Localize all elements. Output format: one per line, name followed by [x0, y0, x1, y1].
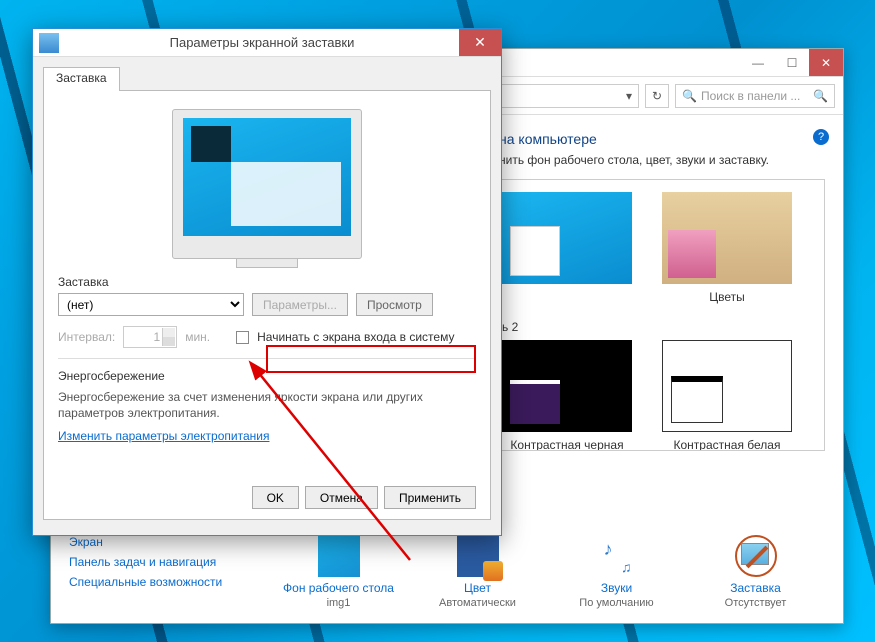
link-accessibility[interactable]: Специальные возможности: [69, 575, 269, 589]
setting-value: img1: [274, 597, 404, 609]
color-icon: [457, 535, 499, 577]
logon-checkbox[interactable]: [236, 331, 249, 344]
setting-background[interactable]: Фон рабочего стола img1: [274, 535, 404, 609]
theme-thumb: [662, 192, 792, 284]
setting-value: Автоматически: [413, 597, 543, 609]
setting-value: Отсутствует: [691, 597, 821, 609]
cancel-button[interactable]: Отмена: [305, 486, 378, 509]
interval-label: Интервал:: [58, 330, 115, 344]
setting-sounds[interactable]: Звуки По умолчанию: [552, 535, 682, 609]
search-placeholder: Поиск в панели ...: [701, 89, 800, 103]
search-icon: 🔍: [682, 89, 697, 103]
dialog-icon: [39, 33, 59, 53]
background-icon: [318, 535, 360, 577]
apply-button[interactable]: Применить: [384, 486, 476, 509]
theme-label: Контрастная белая: [662, 438, 792, 451]
see-also-links: Экран Панель задач и навигация Специальн…: [69, 535, 269, 589]
interval-unit: мин.: [185, 330, 210, 344]
screensaver-select[interactable]: (нет): [58, 293, 244, 316]
theme-label: [502, 290, 632, 304]
power-settings-link[interactable]: Изменить параметры электропитания: [58, 429, 269, 443]
page-subtitle: нить фон рабочего стола, цвет, звуки и з…: [499, 153, 825, 167]
theme-thumb: [502, 340, 632, 432]
preview-button[interactable]: Просмотр: [356, 293, 433, 316]
setting-label: Фон рабочего стола: [274, 581, 404, 595]
page-title: на компьютере: [499, 131, 825, 147]
theme-thumb: [662, 340, 792, 432]
screensaver-dialog: Параметры экранной заставки ✕ Заставка З…: [32, 28, 502, 536]
theme-flowers[interactable]: Цветы: [662, 192, 792, 304]
hc-group-label: ь 2: [502, 320, 812, 334]
setting-color[interactable]: Цвет Автоматически: [413, 535, 543, 609]
dialog-title: Параметры экранной заставки: [65, 35, 459, 50]
theme-label: Цветы: [662, 290, 792, 304]
logon-checkbox-label: Начинать с экрана входа в систему: [257, 330, 454, 344]
preview-screen: [183, 118, 351, 236]
theme-windows[interactable]: [502, 192, 632, 304]
maximize-button[interactable]: ☐: [775, 49, 809, 76]
link-taskbar[interactable]: Панель задач и навигация: [69, 555, 269, 569]
dialog-titlebar: Параметры экранной заставки ✕: [33, 29, 501, 57]
setting-screensaver[interactable]: Заставка Отсутствует: [691, 535, 821, 609]
tab-screensaver[interactable]: Заставка: [43, 67, 120, 91]
divider: [58, 358, 476, 359]
minimize-button[interactable]: —: [741, 49, 775, 76]
settings-button[interactable]: Параметры...: [252, 293, 348, 316]
energy-title: Энергосбережение: [58, 369, 476, 383]
setting-value: По умолчанию: [552, 597, 682, 609]
setting-label: Звуки: [552, 581, 682, 595]
theme-thumb: [502, 192, 632, 284]
sound-icon: [596, 535, 638, 577]
theme-hc-black[interactable]: Контрастная черная: [502, 340, 632, 451]
theme-hc-white[interactable]: Контрастная белая: [662, 340, 792, 451]
link-display[interactable]: Экран: [69, 535, 269, 549]
theme-label: Контрастная черная: [502, 438, 632, 451]
close-button[interactable]: ✕: [809, 49, 843, 76]
screensaver-icon: [735, 535, 777, 577]
search-input[interactable]: 🔍 Поиск в панели ... 🔍: [675, 84, 835, 108]
tab-panel: Заставка (нет) Параметры... Просмотр Инт…: [43, 90, 491, 520]
refresh-button[interactable]: ↻: [645, 84, 669, 108]
energy-text: Энергосбережение за счет изменения яркос…: [58, 389, 476, 421]
interval-spinner[interactable]: [123, 326, 177, 348]
setting-label: Заставка: [691, 581, 821, 595]
setting-label: Цвет: [413, 581, 543, 595]
ok-button[interactable]: OK: [252, 486, 299, 509]
group-label-screensaver: Заставка: [58, 275, 476, 289]
dialog-close-button[interactable]: ✕: [459, 29, 501, 56]
preview-monitor: [172, 109, 362, 259]
